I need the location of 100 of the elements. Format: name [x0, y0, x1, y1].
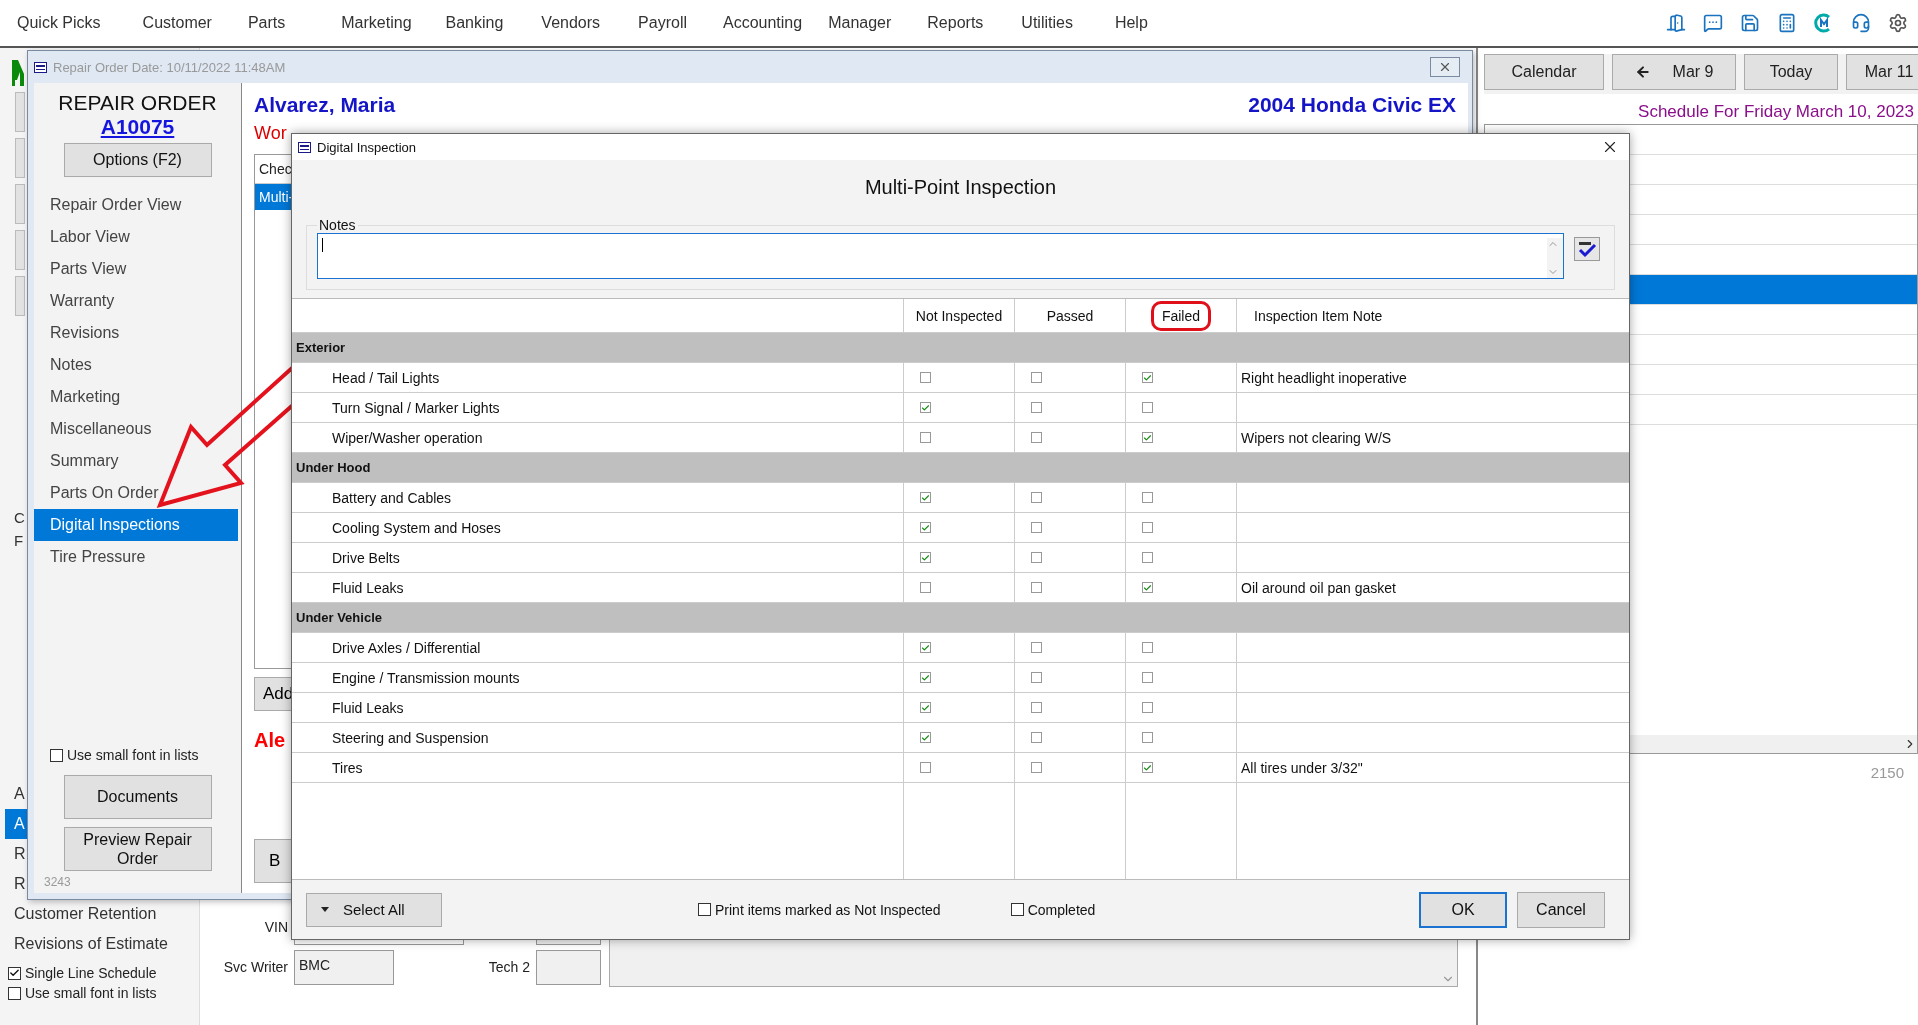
- list-item[interactable]: Customer Retention: [0, 899, 157, 929]
- calendar-button[interactable]: Calendar: [1484, 54, 1604, 90]
- side-button[interactable]: [15, 276, 25, 316]
- checkbox[interactable]: [920, 672, 931, 683]
- nav-item[interactable]: Marketing: [34, 381, 238, 413]
- checkbox[interactable]: [920, 552, 931, 563]
- checkbox[interactable]: [8, 986, 21, 1000]
- menu-item[interactable]: Reports: [914, 14, 997, 32]
- checkbox[interactable]: [1142, 492, 1153, 503]
- documents-button[interactable]: Documents: [63, 775, 212, 819]
- checkbox[interactable]: [1031, 642, 1042, 653]
- list-item[interactable]: R: [0, 869, 26, 899]
- nav-item[interactable]: Parts On Order: [34, 477, 238, 509]
- checkbox[interactable]: [1031, 762, 1042, 773]
- checkbox[interactable]: [920, 582, 931, 593]
- menu-item[interactable]: Vendors: [528, 14, 614, 32]
- checkbox[interactable]: [1031, 732, 1042, 743]
- checkbox[interactable]: [1142, 702, 1153, 713]
- menu-item[interactable]: Customer: [129, 14, 225, 32]
- svc-writer-field[interactable]: BMC: [294, 949, 394, 985]
- menu-item[interactable]: Payroll: [625, 14, 700, 32]
- checkbox[interactable]: [1031, 372, 1042, 383]
- close-button[interactable]: [1430, 57, 1460, 77]
- nav-item[interactable]: Summary: [34, 445, 238, 477]
- checkbox[interactable]: [920, 642, 931, 653]
- select-all-button[interactable]: Select All: [306, 892, 442, 927]
- checkbox-label: Print items marked as Not Inspected: [715, 901, 941, 918]
- nav-item[interactable]: Warranty: [34, 285, 238, 317]
- checkbox[interactable]: [920, 492, 931, 503]
- side-button[interactable]: [15, 92, 25, 132]
- checkbox[interactable]: [920, 372, 931, 383]
- checkbox[interactable]: [1142, 372, 1153, 383]
- checkbox[interactable]: [1142, 762, 1153, 773]
- checkbox[interactable]: [1031, 552, 1042, 563]
- checkbox[interactable]: [1031, 522, 1042, 533]
- side-button[interactable]: [15, 184, 25, 224]
- checkbox[interactable]: [698, 903, 711, 916]
- spellcheck-button[interactable]: [1574, 237, 1600, 261]
- checkbox[interactable]: [1142, 642, 1153, 653]
- item-name: Engine / Transmission mounts: [332, 669, 520, 686]
- checkbox[interactable]: [1142, 732, 1153, 743]
- checkbox[interactable]: [920, 522, 931, 533]
- checkbox-label: Single Line Schedule: [25, 965, 157, 981]
- nav-item[interactable]: Notes: [34, 349, 238, 381]
- checkbox[interactable]: [1142, 552, 1153, 563]
- checkbox[interactable]: [8, 966, 21, 980]
- checkbox[interactable]: [1142, 402, 1153, 413]
- nav-item[interactable]: Parts View: [34, 253, 238, 285]
- menu-item[interactable]: Help: [1101, 14, 1161, 32]
- list-item[interactable]: A: [5, 809, 29, 839]
- preview-button[interactable]: Preview Repair Order: [63, 827, 212, 871]
- checkbox[interactable]: [920, 432, 931, 443]
- side-button[interactable]: [15, 138, 25, 178]
- checkbox[interactable]: [1142, 432, 1153, 443]
- repair-order-number-link[interactable]: A10075: [34, 115, 241, 139]
- nav-item[interactable]: Digital Inspections: [34, 509, 238, 541]
- tech2-field[interactable]: [536, 949, 601, 985]
- list-item[interactable]: A: [0, 779, 25, 809]
- checkbox[interactable]: [1031, 402, 1042, 413]
- menu-item[interactable]: Banking: [432, 14, 517, 32]
- checkbox[interactable]: [1142, 522, 1153, 533]
- group-label: Notes: [318, 217, 357, 233]
- checkbox[interactable]: [1031, 672, 1042, 683]
- calendar-button[interactable]: Today: [1744, 54, 1838, 90]
- checkbox[interactable]: [920, 732, 931, 743]
- menu-item[interactable]: Manager: [815, 14, 905, 32]
- list-item[interactable]: R: [0, 839, 26, 869]
- dialog-button[interactable]: OK: [1419, 891, 1507, 928]
- checkbox[interactable]: [1031, 432, 1042, 443]
- calendar-button[interactable]: Mar 11: [1846, 54, 1918, 90]
- checkbox[interactable]: [50, 748, 63, 762]
- checkbox[interactable]: [920, 402, 931, 413]
- alert-text: Ale: [254, 729, 286, 752]
- checkbox[interactable]: [1010, 903, 1024, 916]
- checkbox[interactable]: [1142, 582, 1153, 593]
- checkbox[interactable]: [920, 762, 931, 773]
- nav-item[interactable]: Miscellaneous: [34, 413, 238, 445]
- options-button[interactable]: Options (F2): [63, 143, 212, 177]
- menu-item[interactable]: Utilities: [1008, 14, 1086, 32]
- checkbox[interactable]: [1031, 492, 1042, 503]
- text-fragment: F: [14, 531, 24, 551]
- notes-field[interactable]: [317, 233, 1564, 279]
- menu-item[interactable]: Accounting: [710, 14, 816, 32]
- nav-item[interactable]: Tire Pressure: [34, 541, 238, 573]
- checkbox[interactable]: [920, 702, 931, 713]
- calendar-button[interactable]: Mar 9: [1612, 54, 1736, 90]
- checkbox[interactable]: [1031, 582, 1042, 593]
- nav-item[interactable]: Revisions: [34, 317, 238, 349]
- menu-item[interactable]: Quick Picks: [4, 14, 114, 32]
- dialog-button[interactable]: Cancel: [1517, 891, 1605, 928]
- side-button[interactable]: [15, 230, 25, 270]
- checkbox[interactable]: [1031, 702, 1042, 713]
- item-name: Battery and Cables: [332, 489, 452, 506]
- list-item[interactable]: Revisions of Estimate: [0, 929, 168, 959]
- nav-item[interactable]: Repair Order View: [34, 189, 238, 221]
- menu-item[interactable]: Parts: [234, 14, 299, 32]
- nav-item[interactable]: Labor View: [34, 221, 238, 253]
- menu-item[interactable]: Marketing: [328, 14, 425, 32]
- column-header: Not Inspected: [914, 306, 1004, 326]
- checkbox[interactable]: [1142, 672, 1153, 683]
